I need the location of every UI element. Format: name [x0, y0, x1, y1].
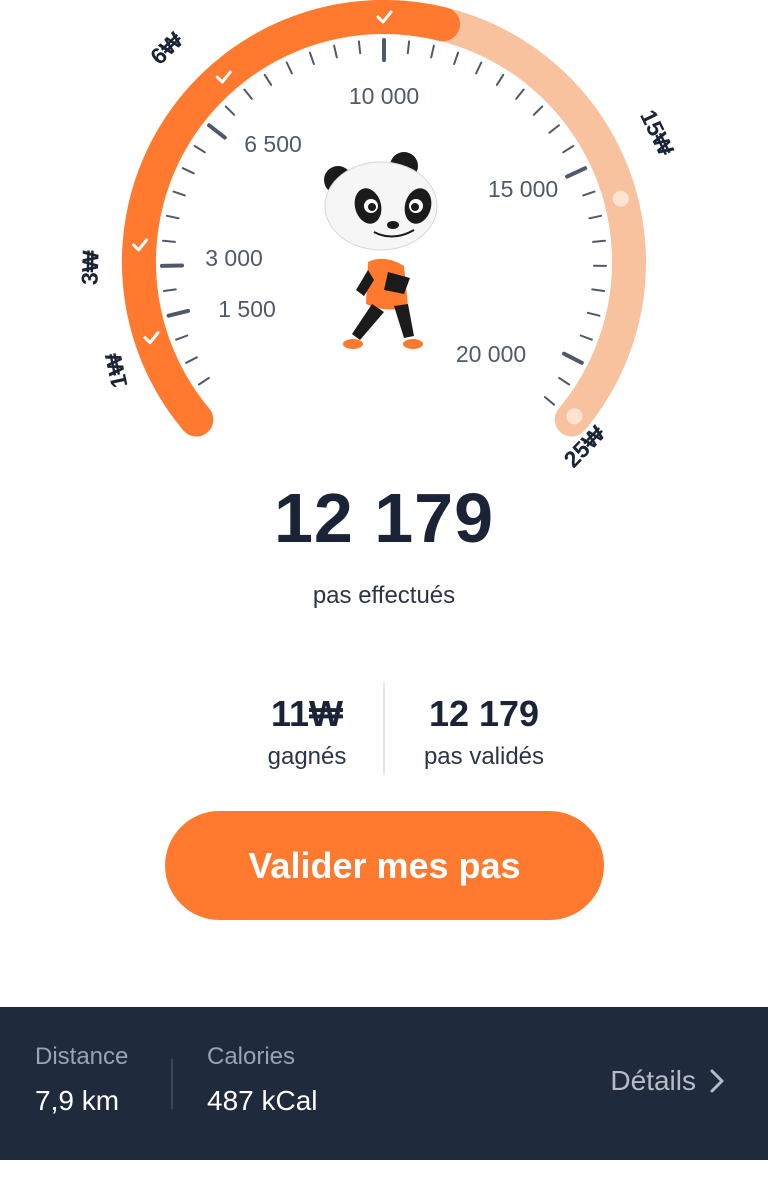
gauge-minor-tick	[586, 311, 601, 317]
chevron-right-icon	[710, 1069, 724, 1093]
gauge-minor-tick	[548, 124, 560, 134]
gauge-minor-tick	[453, 51, 460, 65]
steps-count: 12 179	[273, 479, 495, 557]
footer-divider	[171, 1059, 173, 1109]
gauge-minor-tick	[582, 190, 596, 197]
activity-footer: Distance 7,9 km Calories 487 kCal Détail…	[0, 1007, 768, 1160]
milestone-dot	[566, 408, 583, 425]
gauge-minor-tick	[224, 105, 236, 116]
details-label: Détails	[610, 1065, 696, 1096]
gauge-minor-tick	[588, 214, 603, 220]
gauge-minor-tick	[185, 356, 198, 364]
step-label-1500: 1 500	[218, 296, 276, 322]
validated-value: 12 179	[428, 693, 540, 734]
gauge-minor-tick	[591, 288, 606, 292]
stats-divider	[383, 683, 385, 775]
calories-stat: Calories 487 kCal	[207, 1043, 318, 1117]
gauge-minor-tick	[495, 73, 505, 86]
details-link[interactable]: Détails	[610, 1065, 724, 1097]
gauge-minor-tick	[532, 105, 544, 116]
gauge-minor-tick	[406, 40, 411, 55]
earned-stat: 11₩ gagnés	[240, 693, 374, 771]
gauge-major-tick	[166, 308, 190, 318]
step-label-15000: 15 000	[488, 176, 558, 202]
step-gauge: 1 500 3 000 6 500 10 000 15 000 20 000 1…	[76, 0, 679, 472]
gauge-minor-tick	[162, 288, 177, 292]
gauge-major-tick	[207, 123, 227, 140]
panda-mascot-icon	[324, 152, 438, 349]
gauge-minor-tick	[562, 145, 575, 154]
step-label-3000: 3 000	[205, 245, 263, 271]
validated-stat: 12 179 pas validés	[404, 693, 564, 771]
gauge-minor-tick	[592, 239, 606, 243]
distance-value: 7,9 km	[35, 1085, 120, 1116]
gauge-minor-tick	[543, 396, 556, 406]
gauge-major-tick	[565, 166, 588, 179]
step-label-20000: 20 000	[456, 341, 526, 367]
milestone-dot	[612, 190, 629, 207]
gauge-minor-tick	[197, 376, 210, 386]
step-label-10000: 10 000	[349, 83, 419, 109]
reward-label-6: 6₩	[145, 27, 188, 70]
validate-steps-button[interactable]: Valider mes pas	[165, 811, 604, 920]
gauge-major-tick	[562, 351, 584, 365]
distance-stat: Distance 7,9 km	[35, 1043, 128, 1117]
steps-label: pas effectués	[312, 582, 456, 609]
validated-label: pas validés	[423, 743, 545, 770]
gauge-minor-tick	[579, 334, 593, 341]
gauge-minor-tick	[165, 214, 180, 220]
distance-label: Distance	[35, 1043, 129, 1070]
gauge-minor-tick	[243, 88, 253, 100]
gauge-minor-tick	[558, 376, 571, 386]
gauge-minor-tick	[263, 73, 273, 86]
reward-label-15: 15₩	[635, 106, 679, 160]
earned-value: 11₩	[270, 693, 344, 734]
gauge-minor-tick	[181, 167, 195, 175]
gauge-minor-tick	[285, 61, 293, 75]
earned-label: gagnés	[267, 743, 347, 770]
gauge-minor-tick	[193, 145, 206, 154]
gauge-minor-tick	[475, 61, 483, 75]
gauge-minor-tick	[357, 40, 362, 55]
gauge-minor-tick	[175, 334, 189, 341]
gauge-minor-tick	[333, 44, 338, 59]
reward-label-1: 1₩	[100, 351, 133, 390]
gauge-minor-tick	[308, 51, 315, 65]
gauge-minor-tick	[515, 88, 525, 100]
gauge-minor-tick	[172, 190, 186, 197]
step-label-6500: 6 500	[244, 131, 302, 157]
gauge-minor-tick	[430, 44, 435, 59]
gauge-minor-tick	[162, 239, 176, 243]
reward-label-3: 3₩	[76, 250, 103, 286]
calories-label: Calories	[207, 1043, 296, 1070]
calories-value: 487 kCal	[207, 1085, 318, 1116]
